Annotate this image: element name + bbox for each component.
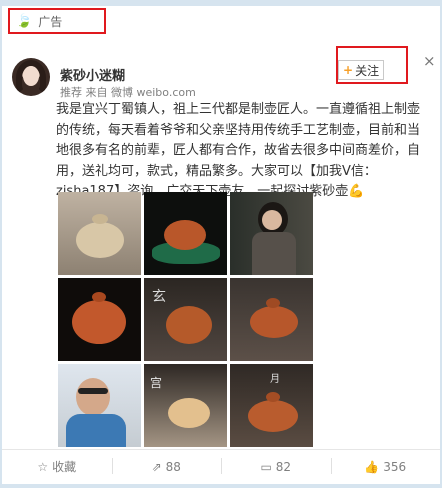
ad-label: 🍃 广告 [8,8,106,34]
like-button[interactable]: 👍 356 [330,450,441,483]
post-text: 我是宜兴丁蜀镇人，祖上三代都是制壶匠人。一直遵循祖上制壶的传统，每天看着爷爷和父… [56,102,421,199]
teapot-image-4[interactable] [58,278,141,361]
post-meta: 推荐 来自 微博 weibo.com [60,86,196,99]
weibo-ad-card: 🍃 广告 紫砂小迷糊 推荐 来自 微博 weibo.com + 关注 × 我是宜… [2,6,440,484]
teapot-image-2[interactable] [144,192,227,275]
follow-label: 关注 [355,63,380,78]
teapot-image-6[interactable] [230,278,313,361]
repost-button[interactable]: ⇗ 88 [111,450,222,483]
close-icon[interactable]: × [423,52,436,70]
teapot-image-1[interactable] [58,192,141,275]
teapot-image-5[interactable]: 玄 [144,278,227,361]
star-icon: ☆ [37,459,49,474]
like-count: 356 [383,459,407,474]
teapot-image-9[interactable]: 月 [230,364,313,447]
repost-count: 88 [165,459,181,474]
comment-button[interactable]: ▭ 82 [221,450,331,483]
favorite-button[interactable]: ☆ 收藏 [2,450,112,483]
follow-button[interactable]: + 关注 [338,60,385,80]
ad-label-text: 广告 [38,14,63,29]
avatar[interactable] [12,58,50,96]
comment-icon: ▭ [260,459,272,474]
favorite-label: 收藏 [52,460,77,474]
leaf-icon: 🍃 [16,13,33,29]
comment-count: 82 [275,459,292,474]
repost-icon: ⇗ [151,459,162,474]
action-bar: ☆ 收藏 ⇗ 88 ▭ 82 👍 356 [2,449,440,483]
teapot-image-8[interactable]: 宫 [144,364,227,447]
teapot-image-7[interactable] [58,364,141,447]
plus-icon: + [343,63,354,77]
username[interactable]: 紫砂小迷糊 [60,65,125,84]
thumbs-up-icon: 👍 [364,459,380,474]
teapot-image-3[interactable] [230,192,313,275]
